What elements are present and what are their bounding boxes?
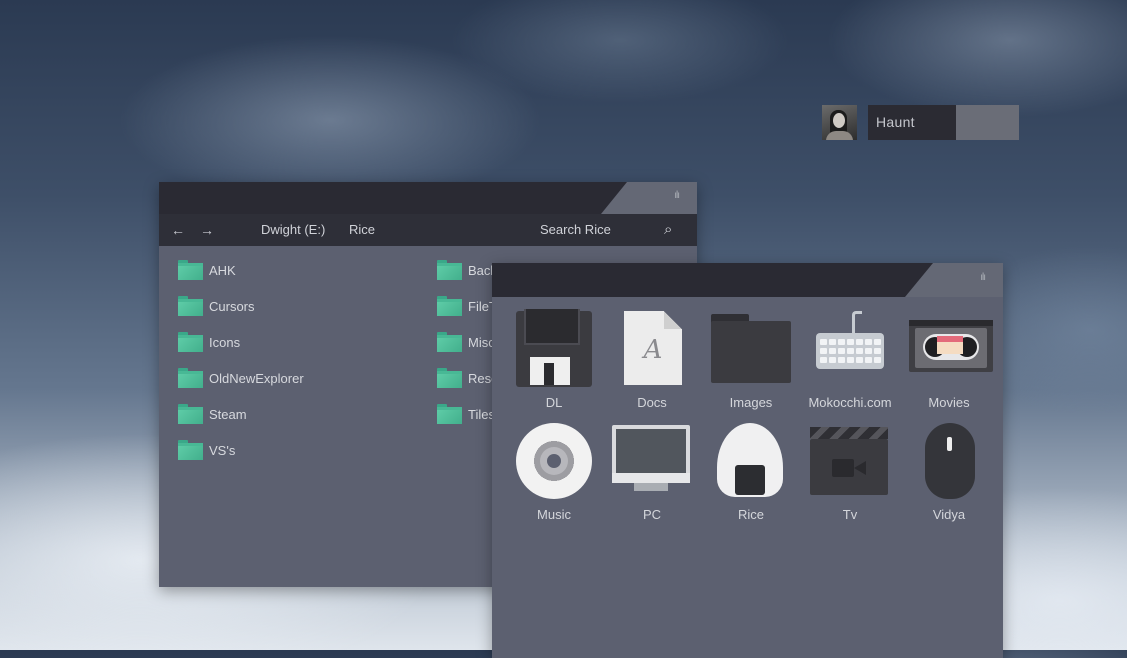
place-label: Movies <box>928 395 970 410</box>
place-mokocchi[interactable]: Mokocchi.com <box>800 309 900 410</box>
folder-label: OldNewExplorer <box>209 370 304 386</box>
explorer-navbar: ← → Dwight (E:) Rice Search Rice ⌕ <box>159 214 697 246</box>
search-icon[interactable]: ⌕ <box>664 214 672 246</box>
folder-icon <box>437 260 462 280</box>
cd-icon <box>514 421 594 501</box>
folder-icon <box>178 368 203 388</box>
place-images[interactable]: Images <box>701 309 801 410</box>
folder-item[interactable]: Tiles <box>437 403 495 425</box>
folder-label: Icons <box>209 334 241 350</box>
places-window: ılı DL A Docs Images Mokocchi.com Movies… <box>492 263 1003 658</box>
back-arrow-icon[interactable]: ← <box>171 214 185 246</box>
place-label: Tv <box>842 507 858 522</box>
folder-item[interactable]: FileT <box>437 295 497 317</box>
place-music[interactable]: Music <box>504 421 604 522</box>
place-label: Music <box>537 507 571 522</box>
folder-item[interactable]: AHK <box>178 259 236 281</box>
onigiri-icon <box>711 421 791 501</box>
place-label: Images <box>729 395 773 410</box>
breadcrumb-drive[interactable]: Dwight (E:) <box>261 214 325 246</box>
document-glyph: A <box>643 335 663 365</box>
place-movies[interactable]: Movies <box>899 309 999 410</box>
folder-icon <box>437 404 462 424</box>
folder-item[interactable]: Steam <box>178 403 247 425</box>
folder-icon <box>437 332 462 352</box>
place-pc[interactable]: PC <box>602 421 702 522</box>
folder-label: VS's <box>209 442 236 458</box>
place-vidya[interactable]: Vidya <box>899 421 999 522</box>
place-label: Vidya <box>932 507 966 522</box>
mouse-icon <box>909 421 989 501</box>
folder-label: AHK <box>209 262 236 278</box>
folder-icon <box>437 296 462 316</box>
floppy-disk-icon <box>514 309 594 389</box>
place-tv[interactable]: Tv <box>800 421 900 522</box>
window-controls-icon[interactable]: ılı <box>674 190 680 201</box>
folder-item[interactable]: Misc <box>437 331 495 353</box>
folder-item[interactable]: Cursors <box>178 295 255 317</box>
place-docs[interactable]: A Docs <box>602 309 702 410</box>
monitor-icon <box>612 421 692 501</box>
document-icon: A <box>612 309 692 389</box>
forward-arrow-icon[interactable]: → <box>200 214 214 246</box>
explorer-titlebar[interactable]: ılı <box>159 182 697 214</box>
avatar[interactable] <box>822 105 857 140</box>
folder-item[interactable]: VS's <box>178 439 235 461</box>
place-label: PC <box>642 507 662 522</box>
folder-label: Tiles <box>468 406 495 422</box>
folder-item[interactable]: Back <box>437 259 497 281</box>
folder-item[interactable]: Icons <box>178 331 240 353</box>
folder-label: Cursors <box>209 298 255 314</box>
folder-label: Misc <box>468 334 495 350</box>
folder-icon <box>178 332 203 352</box>
breadcrumb-folder[interactable]: Rice <box>349 214 375 246</box>
folder-item[interactable]: Reso <box>437 367 498 389</box>
folder-icon <box>178 404 203 424</box>
place-label: Mokocchi.com <box>808 395 892 410</box>
place-dl[interactable]: DL <box>504 309 604 410</box>
folder-item[interactable]: OldNewExplorer <box>178 367 304 389</box>
user-menu-area[interactable] <box>956 105 1019 140</box>
places-titlebar[interactable]: ılı <box>492 263 1003 297</box>
folder-icon <box>437 368 462 388</box>
window-controls-icon[interactable]: ılı <box>980 272 986 283</box>
place-label: Rice <box>737 507 764 522</box>
folder-icon <box>178 440 203 460</box>
folder-icon <box>178 260 203 280</box>
keyboard-icon <box>810 309 890 389</box>
place-label: Docs <box>637 395 667 410</box>
clapperboard-icon <box>810 421 890 501</box>
username-label: Haunt <box>868 105 956 140</box>
vhs-tape-icon <box>909 309 993 389</box>
search-input[interactable]: Search Rice <box>540 214 611 246</box>
folder-label: Steam <box>209 406 247 422</box>
place-label: DL <box>545 395 563 410</box>
folder-icon <box>178 296 203 316</box>
folder-icon <box>711 309 791 389</box>
place-rice[interactable]: Rice <box>701 421 801 522</box>
